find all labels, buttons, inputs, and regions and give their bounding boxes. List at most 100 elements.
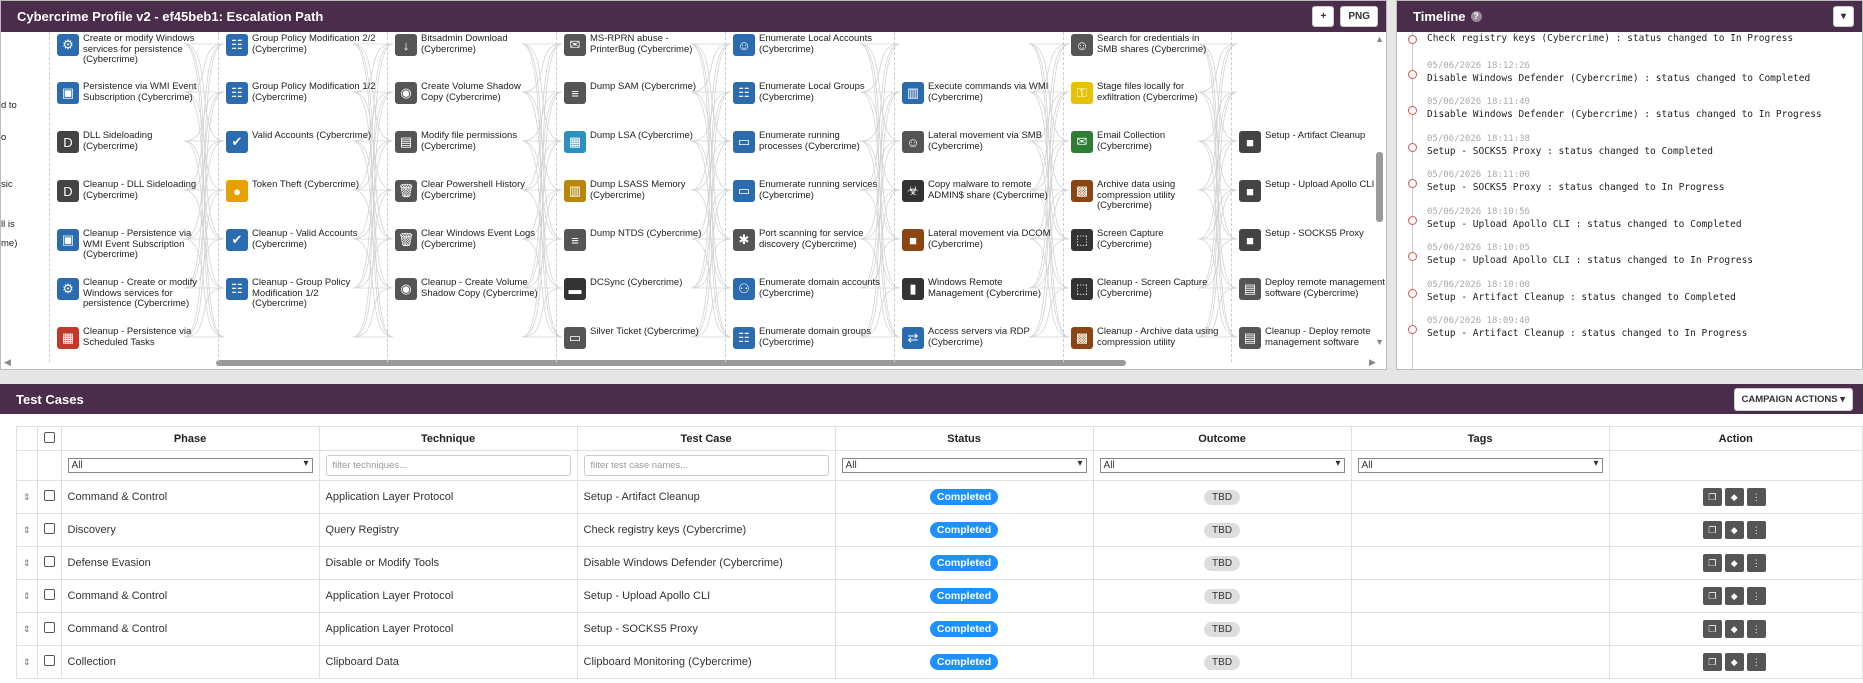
column-header-tags[interactable]: Tags (1350, 426, 1610, 451)
graph-node[interactable]: ■ Setup - Artifact Cleanup (1239, 130, 1386, 153)
graph-node[interactable]: ▩ Cleanup - Archive data using compressio… (1071, 326, 1221, 349)
technique-filter-input[interactable]: filter techniques... (325, 455, 571, 476)
graph-node[interactable]: ▤ Deploy remote management software (Cybe… (1239, 277, 1386, 300)
graph-node[interactable]: ▥ Dump LSASS Memory (Cybercrime) (564, 179, 714, 202)
copy-icon[interactable]: ❐ (1702, 488, 1722, 506)
graph-node[interactable]: ⬚ Screen Capture (Cybercrime) (1071, 228, 1221, 251)
row-checkbox[interactable] (43, 589, 55, 600)
graph-node[interactable]: 🗑 Clear Windows Event Logs (Cybercrime) (395, 228, 545, 251)
more-options-icon[interactable]: ⋮ (1746, 620, 1766, 638)
scroll-up-icon[interactable]: ▲ (1375, 34, 1384, 44)
test-case-cell[interactable]: Disable Windows Defender (Cybercrime) (576, 546, 836, 580)
test-case-cell[interactable]: Setup - Upload Apollo CLI (576, 579, 836, 613)
graph-node[interactable]: ✱ Port scanning for service discovery (Cy… (733, 228, 883, 251)
row-checkbox[interactable] (43, 523, 55, 534)
testcase-filter-input[interactable]: filter test case names... (583, 455, 829, 476)
outcome-filter-select[interactable]: All (1099, 458, 1345, 473)
campaign-actions-button[interactable]: CAMPAIGN ACTIONS ▾ (1733, 388, 1853, 411)
phase-filter-select[interactable]: All (67, 458, 313, 473)
graph-node[interactable]: ≡ Dump SAM (Cybercrime) (564, 81, 714, 104)
table-row[interactable]: ⇕ Collection Clipboard Data Clipboard Mo… (16, 645, 1863, 679)
copy-icon[interactable]: ❐ (1702, 653, 1722, 671)
more-options-icon[interactable]: ⋮ (1746, 653, 1766, 671)
row-checkbox[interactable] (43, 490, 55, 501)
graph-node[interactable]: ☷ Enumerate domain groups (Cybercrime) (733, 326, 883, 349)
escalation-graph[interactable]: ◀ ▶ ▲ ▼ ⚙ Create or modify Windows servic… (1, 32, 1386, 369)
timeline-menu-button[interactable]: ▾ (1832, 6, 1854, 27)
more-options-icon[interactable]: ⋮ (1746, 521, 1766, 539)
more-options-icon[interactable]: ⋮ (1746, 587, 1766, 605)
copy-icon[interactable]: ❐ (1702, 620, 1722, 638)
graph-node[interactable]: ✔ Valid Accounts (Cybercrime) (226, 130, 376, 153)
scroll-left-icon[interactable]: ◀ (4, 357, 11, 368)
graph-node[interactable]: 🗑 Clear Powershell History (Cybercrime) (395, 179, 545, 202)
row-checkbox[interactable] (43, 655, 55, 666)
tag-icon[interactable]: ◆ (1724, 488, 1744, 506)
test-case-cell[interactable]: Check registry keys (Cybercrime) (576, 513, 836, 547)
drag-handle-icon[interactable]: ⇕ (23, 525, 31, 535)
graph-node[interactable]: ⇄ Access servers via RDP (Cybercrime) (902, 326, 1052, 349)
table-row[interactable]: ⇕ Command & Control Application Layer Pr… (16, 579, 1863, 613)
help-icon[interactable]: ? (1470, 11, 1482, 22)
graph-node[interactable]: ⚙ Cleanup - Create or modify Windows serv… (57, 277, 207, 310)
table-row[interactable]: ⇕ Defense Evasion Disable or Modify Tool… (16, 546, 1863, 580)
table-row[interactable]: ⇕ Discovery Query Registry Check registr… (16, 513, 1863, 547)
graph-node[interactable]: ▣ Cleanup - Persistence via WMI Event Sub… (57, 228, 207, 261)
column-header-status[interactable]: Status (834, 426, 1094, 451)
graph-node[interactable]: ▤ Modify file permissions (Cybercrime) (395, 130, 545, 153)
graph-node[interactable]: ⚙ Create or modify Windows services for p… (57, 33, 207, 66)
scroll-right-icon[interactable]: ▶ (1369, 357, 1376, 368)
tag-icon[interactable]: ◆ (1724, 620, 1744, 638)
row-checkbox[interactable] (43, 556, 55, 567)
graph-node[interactable]: ☷ Enumerate Local Groups (Cybercrime) (733, 81, 883, 104)
graph-node[interactable]: ≡ Dump NTDS (Cybercrime) (564, 228, 714, 251)
png-export-button[interactable]: PNG (1340, 6, 1378, 27)
graph-node[interactable]: ◉ Create Volume Shadow Copy (Cybercrime) (395, 81, 545, 104)
test-case-cell[interactable]: Clipboard Monitoring (Cybercrime) (576, 645, 836, 679)
graph-node[interactable]: ■ Lateral movement via DCOM (Cybercrime) (902, 228, 1052, 251)
graph-node[interactable]: ☷ Group Policy Modification 2/2 (Cybercri… (226, 33, 376, 56)
add-button[interactable]: + (1312, 6, 1335, 27)
graph-node[interactable]: ▦ Cleanup - Persistence via Scheduled Tas… (57, 326, 207, 349)
graph-node[interactable]: ▬ DCSync (Cybercrime) (564, 277, 714, 300)
graph-node[interactable]: ☺ Lateral movement via SMB (Cybercrime) (902, 130, 1052, 153)
graph-node[interactable]: ■ Setup - Upload Apollo CLI (1239, 179, 1386, 202)
graph-node[interactable]: ☷ Cleanup - Group Policy Modification 1/2… (226, 277, 376, 310)
graph-node[interactable]: D DLL Sideloading (Cybercrime) (57, 130, 207, 153)
column-header-phase[interactable]: Phase (60, 426, 320, 451)
graph-node[interactable]: ⬚ Cleanup - Screen Capture (Cybercrime) (1071, 277, 1221, 300)
column-header-outcome[interactable]: Outcome (1092, 426, 1352, 451)
tags-filter-select[interactable]: All (1357, 458, 1603, 473)
tag-icon[interactable]: ◆ (1724, 653, 1744, 671)
graph-node[interactable]: ▭ Silver Ticket (Cybercrime) (564, 326, 714, 349)
tag-icon[interactable]: ◆ (1724, 521, 1744, 539)
drag-handle-icon[interactable]: ⇕ (23, 624, 31, 634)
test-case-cell[interactable]: Setup - SOCKS5 Proxy (576, 612, 836, 646)
test-case-cell[interactable]: Setup - Artifact Cleanup (576, 480, 836, 514)
graph-node[interactable]: ⚿ Stage files locally for exfiltration (C… (1071, 81, 1221, 104)
column-header-test-case[interactable]: Test Case (576, 426, 836, 451)
graph-node[interactable]: ▩ Archive data using compression utility … (1071, 179, 1221, 212)
graph-node[interactable]: ✉ Email Collection (Cybercrime) (1071, 130, 1221, 153)
column-header-technique[interactable]: Technique (318, 426, 578, 451)
graph-node[interactable]: ▦ Dump LSA (Cybercrime) (564, 130, 714, 153)
drag-handle-icon[interactable]: ⇕ (23, 657, 31, 667)
status-filter-select[interactable]: All (841, 458, 1087, 473)
timeline-list[interactable]: Check registry keys (Cybercrime) : statu… (1397, 32, 1862, 369)
graph-node[interactable]: ☺ Enumerate Local Accounts (Cybercrime) (733, 33, 883, 56)
copy-icon[interactable]: ❐ (1702, 587, 1722, 605)
graph-node[interactable]: D Cleanup - DLL Sideloading (Cybercrime) (57, 179, 207, 202)
graph-node[interactable]: ▤ Cleanup - Deploy remote management soft… (1239, 326, 1386, 349)
graph-node[interactable]: ↓ Bitsadmin Download (Cybercrime) (395, 33, 545, 56)
drag-handle-icon[interactable]: ⇕ (23, 492, 31, 502)
graph-node[interactable]: ■ Setup - SOCKS5 Proxy (1239, 228, 1386, 251)
tag-icon[interactable]: ◆ (1724, 554, 1744, 572)
graph-node[interactable]: ▭ Enumerate running services (Cybercrime) (733, 179, 883, 202)
drag-handle-icon[interactable]: ⇕ (23, 558, 31, 568)
table-row[interactable]: ⇕ Command & Control Application Layer Pr… (16, 612, 1863, 646)
graph-node[interactable]: ✉ MS-RPRN abuse - PrinterBug (Cybercrime) (564, 33, 714, 56)
graph-node[interactable]: ▮ Windows Remote Management (Cybercrime) (902, 277, 1052, 300)
graph-node[interactable]: ● Token Theft (Cybercrime) (226, 179, 376, 202)
select-all-checkbox[interactable] (43, 431, 55, 443)
table-row[interactable]: ⇕ Command & Control Application Layer Pr… (16, 480, 1863, 514)
